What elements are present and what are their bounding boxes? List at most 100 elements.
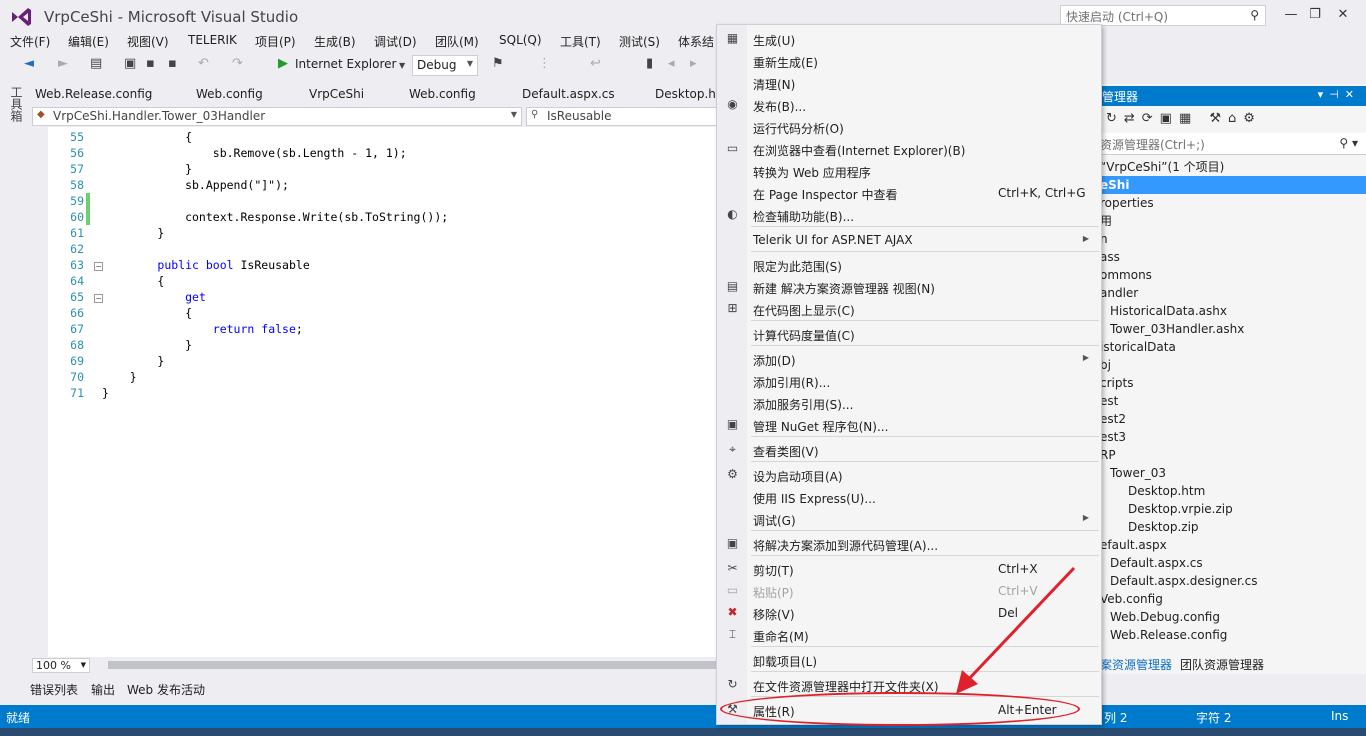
code-line[interactable]: { — [102, 305, 448, 321]
context-menu-item[interactable]: 限定为此范围(S) — [717, 254, 1101, 276]
menu-project[interactable]: 项目(P) — [255, 33, 296, 50]
menu-debug[interactable]: 调试(D) — [374, 33, 417, 50]
member-dropdown[interactable]: ⚲ IsReusable — [526, 107, 720, 126]
tree-item[interactable]: Default.aspx.designer.cs — [1100, 572, 1366, 590]
tree-item[interactable]: Tower_03 — [1100, 464, 1366, 482]
context-menu-item[interactable]: ▣ 管理 NuGet 程序包(N)... — [717, 414, 1101, 436]
redo-icon[interactable]: ↷ — [232, 56, 243, 71]
tab-vrpceshi[interactable]: VrpCeShi — [309, 87, 364, 101]
menu-sql[interactable]: SQL(Q) — [499, 33, 542, 47]
tree-item[interactable]: Web.Debug.config — [1100, 608, 1366, 626]
code-line[interactable]: { — [102, 273, 448, 289]
tree-item[interactable]: est3 — [1100, 428, 1366, 446]
tab-error-list[interactable]: 错误列表 — [30, 681, 78, 698]
solution-explorer-toolbar[interactable]: ↻⇄⟳▣▦ ⚒⌂⚙ — [1100, 108, 1366, 132]
tab-web-release-config[interactable]: Web.Release.config — [35, 87, 152, 101]
menu-view[interactable]: 视图(V) — [127, 33, 169, 50]
tree-item[interactable]: est — [1100, 392, 1366, 410]
tree-item[interactable]: Veb.config — [1100, 590, 1366, 608]
tree-item[interactable]: Desktop.vrpie.zip — [1100, 500, 1366, 518]
menu-build[interactable]: 生成(B) — [314, 33, 356, 50]
code-line[interactable]: } — [102, 225, 448, 241]
context-menu-item[interactable]: 调试(G) ▶ — [717, 508, 1101, 530]
code-line[interactable]: } — [102, 161, 448, 177]
tree-item[interactable]: Desktop.zip — [1100, 518, 1366, 536]
code-line[interactable]: sb.Remove(sb.Length - 1, 1); — [102, 145, 448, 161]
menu-tools[interactable]: 工具(T) — [560, 33, 601, 50]
chevron-down-icon[interactable]: ▼ — [399, 61, 405, 70]
code-line[interactable]: return false; — [102, 321, 448, 337]
tree-item[interactable]: RP — [1100, 446, 1366, 464]
menu-test[interactable]: 测试(S) — [619, 33, 660, 50]
tree-item[interactable]: HistoricalData.ashx — [1100, 302, 1366, 320]
back-icon[interactable]: ◄ — [24, 56, 34, 71]
open-icon[interactable]: ▣ — [124, 56, 136, 71]
pane-buttons[interactable]: ▾⊣✕ — [1318, 88, 1360, 101]
context-menu-item[interactable]: ▦ 生成(U) — [717, 28, 1101, 50]
tab-team-explorer[interactable]: 团队资源管理器 — [1180, 656, 1264, 673]
start-icon[interactable]: ▶ — [278, 56, 288, 71]
code-line[interactable]: sb.Append("]"); — [102, 177, 448, 193]
code-line[interactable] — [102, 193, 448, 209]
tab-web-publish[interactable]: Web 发布活动 — [127, 681, 205, 698]
tab-web-config[interactable]: Web.config — [196, 87, 263, 101]
bookmark-next-icon[interactable]: ▸ — [690, 56, 697, 71]
context-menu-item[interactable]: 转换为 Web 应用程序 — [717, 160, 1101, 182]
code-text[interactable]: { sb.Remove(sb.Length - 1, 1); } sb.Appe… — [102, 129, 448, 401]
tree-item[interactable]: cripts — [1100, 374, 1366, 392]
tree-item[interactable]: Tower_03Handler.ashx — [1100, 320, 1366, 338]
context-menu-item[interactable]: 重新生成(E) — [717, 50, 1101, 72]
undo-icon[interactable]: ↶ — [198, 56, 209, 71]
code-line[interactable]: { — [102, 129, 448, 145]
context-menu-item[interactable]: Telerik UI for ASP.NET AJAX ▶ — [717, 229, 1101, 251]
context-menu-item[interactable]: ▣ 将解决方案添加到源代码管理(A)... — [717, 533, 1101, 555]
context-menu-item[interactable]: ⌖ 查看类图(V) — [717, 439, 1101, 461]
context-menu-item[interactable]: ▭ 在浏览器中查看(Internet Explorer)(B) — [717, 138, 1101, 160]
tree-item[interactable]: Web.Release.config — [1100, 626, 1366, 644]
code-line[interactable]: } — [102, 353, 448, 369]
maximize-button[interactable]: ❐ — [1302, 4, 1328, 26]
tree-item[interactable]: istoricalData — [1100, 338, 1366, 356]
tree-item[interactable]: ommons — [1100, 266, 1366, 284]
tree-item[interactable]: roperties — [1100, 194, 1366, 212]
find-icon[interactable]: ⚑ — [492, 56, 504, 71]
tree-item[interactable]: Desktop.htm — [1100, 482, 1366, 500]
context-menu-item[interactable]: ⊞ 在代码图上显示(C) — [717, 298, 1101, 320]
context-menu-item[interactable]: 在 Page Inspector 中查看 Ctrl+K, Ctrl+G — [717, 182, 1101, 204]
menu-architecture[interactable]: 体系结 — [678, 33, 714, 50]
tree-item[interactable]: 用 — [1100, 212, 1366, 230]
horizontal-scrollbar[interactable] — [108, 661, 720, 669]
save-icon[interactable]: ▪ — [146, 56, 155, 71]
code-line[interactable]: context.Response.Write(sb.ToString()); — [102, 209, 448, 225]
quick-launch-input[interactable]: 快速启动 (Ctrl+Q) ⚲ — [1060, 5, 1266, 26]
code-editor[interactable]: 55 56 57 58 59 60 61 62 63 64 65 66 67 68 69 70 71 − − {… — [30, 127, 720, 657]
code-line[interactable]: public bool IsReusable — [102, 257, 448, 273]
tree-item[interactable]: efault.aspx — [1100, 536, 1366, 554]
type-dropdown[interactable]: ◆ VrpCeShi.Handler.Tower_03Handler ▼ — [32, 107, 522, 126]
tree-item[interactable]: est2 — [1100, 410, 1366, 428]
tab-web-config-2[interactable]: Web.config — [409, 87, 476, 101]
code-line[interactable]: } — [102, 337, 448, 353]
nav-back-icon[interactable]: ↩ — [590, 56, 601, 71]
close-button[interactable]: ✕ — [1330, 4, 1356, 26]
context-menu-item[interactable]: 使用 IIS Express(U)... — [717, 486, 1101, 508]
tree-item[interactable]: n — [1100, 230, 1366, 248]
new-project-icon[interactable]: ▤ — [90, 56, 102, 71]
code-line[interactable] — [102, 241, 448, 257]
bookmark-icon[interactable]: ▮ — [646, 56, 653, 71]
bookmark-prev-icon[interactable]: ◂ — [668, 56, 675, 71]
context-menu-item[interactable]: 添加引用(R)... — [717, 370, 1101, 392]
context-menu-item[interactable]: 添加(D) ▶ — [717, 348, 1101, 370]
menu-telerik[interactable]: TELERIK — [188, 33, 237, 47]
code-line[interactable]: get — [102, 289, 448, 305]
context-menu-item[interactable]: 清理(N) — [717, 72, 1101, 94]
start-browser-label[interactable]: Internet Explorer — [295, 57, 396, 71]
minimize-button[interactable]: — — [1278, 4, 1304, 26]
configuration-select[interactable]: Debug ▼ — [412, 55, 478, 76]
save-all-icon[interactable]: ▪ — [168, 56, 177, 71]
forward-icon[interactable]: ► — [58, 56, 68, 71]
context-menu-item[interactable]: 运行代码分析(O) — [717, 116, 1101, 138]
zoom-select[interactable]: 100 % ▼ — [32, 658, 90, 673]
tree-item[interactable]: bj — [1100, 356, 1366, 374]
menu-edit[interactable]: 编辑(E) — [68, 33, 109, 50]
